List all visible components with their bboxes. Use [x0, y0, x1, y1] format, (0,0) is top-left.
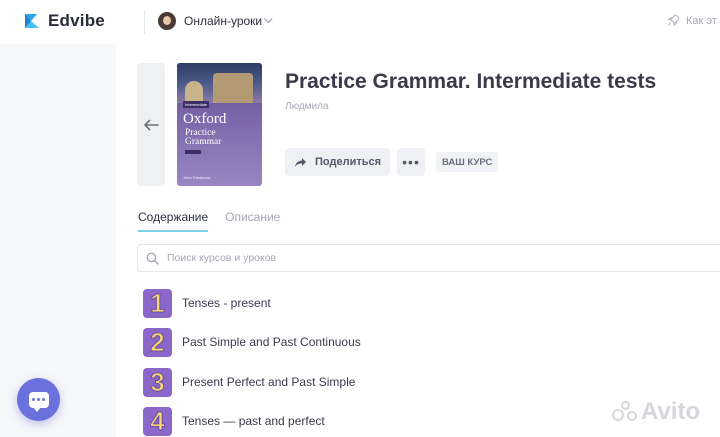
lesson-item[interactable]: 4 Tenses — past and perfect [143, 406, 325, 436]
cover-tag [185, 150, 201, 154]
lesson-title: Present Perfect and Past Simple [182, 375, 356, 389]
tab-contents[interactable]: Содержание [138, 210, 209, 232]
search-field [137, 244, 720, 272]
lesson-number: 2 [143, 327, 172, 357]
school-name: Онлайн-уроки [184, 14, 263, 28]
avito-logo-icon [612, 401, 638, 423]
watermark-text: Avito [641, 398, 701, 425]
tab-description[interactable]: Описание [225, 210, 280, 232]
course-author: Людмила [285, 101, 329, 112]
cover-author: John Eastwood [183, 175, 211, 180]
search-input[interactable] [167, 252, 667, 264]
page-title: Practice Grammar. Intermediate tests [285, 70, 657, 93]
cover-title: Oxford [183, 111, 227, 127]
cover-photo [177, 63, 262, 103]
arrow-left-icon [144, 119, 159, 130]
your-course-badge: ВАШ КУРС [436, 152, 499, 172]
share-button[interactable]: Поделиться [285, 148, 391, 176]
back-button[interactable] [137, 63, 165, 186]
lesson-item[interactable]: 2 Past Simple and Past Continuous [143, 327, 361, 357]
lesson-item[interactable]: 1 Tenses - present [143, 288, 271, 318]
sidebar [0, 44, 116, 437]
lesson-number: 1 [143, 288, 172, 318]
share-icon [295, 157, 306, 167]
edvibe-logo-icon [22, 11, 42, 31]
lesson-number: 3 [143, 367, 172, 397]
divider [144, 10, 145, 34]
lesson-title: Tenses - present [182, 296, 271, 310]
chat-icon [28, 391, 49, 412]
course-tabs: Содержание Описание [138, 210, 297, 232]
cover-badge: Intermediate [183, 101, 210, 108]
brand[interactable]: Edvibe [22, 11, 105, 31]
brand-name: Edvibe [48, 11, 105, 30]
cover-subtitle-line2: Grammar [185, 137, 222, 147]
lesson-number: 4 [143, 406, 172, 436]
course-page: Intermediate Oxford Practice Grammar Joh… [116, 44, 720, 437]
how-label: Как эт [686, 14, 717, 27]
top-bar: Edvibe Онлайн-уроки Как эт [0, 0, 720, 44]
lesson-item[interactable]: 3 Present Perfect and Past Simple [143, 367, 355, 397]
course-cover: Intermediate Oxford Practice Grammar Joh… [177, 63, 262, 186]
school-selector[interactable]: Онлайн-уроки [158, 12, 273, 30]
rocket-icon [667, 14, 680, 27]
lesson-title: Tenses — past and perfect [182, 414, 325, 428]
chevron-down-icon [264, 14, 273, 24]
avito-watermark: Avito [612, 398, 700, 426]
lesson-title: Past Simple and Past Continuous [182, 335, 361, 349]
how-it-works-link[interactable]: Как эт [667, 14, 717, 27]
share-label: Поделиться [315, 156, 382, 168]
chat-button[interactable] [17, 378, 60, 421]
cover-subtitle: Practice Grammar [185, 128, 222, 147]
more-options-button[interactable]: ••• [397, 148, 425, 176]
avatar [158, 12, 176, 30]
more-dots-icon: ••• [402, 154, 420, 170]
search-icon [146, 252, 159, 265]
